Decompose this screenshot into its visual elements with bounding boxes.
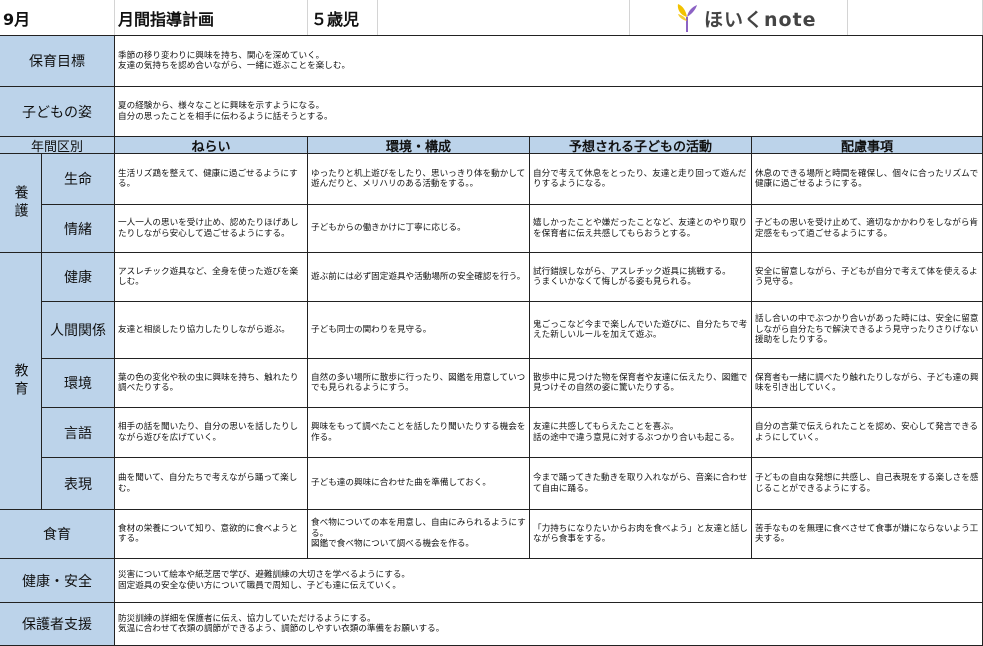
row-label-jocho-text: 情緒 xyxy=(64,221,92,238)
ningen-nerai: 友達と相談したり協力したりしながら遊ぶ。 xyxy=(115,302,308,359)
kankyo-yoso: 散歩中に見つけた物を保育者や友達に伝えたり、図鑑で見つけその自然の姿に驚いたりす… xyxy=(530,359,752,408)
row-label-shokuiku: 食育 xyxy=(0,510,115,559)
seimei-yoso: 自分で考えて休息をとったり、友達と走り回って遊んだりするようになる。 xyxy=(530,154,752,205)
doc-title: 月間指導計画 xyxy=(118,10,215,29)
kankyo-hairyo: 保育者も一緒に調べたり触れたりしながら、子ども達の興味を引き出していく。 xyxy=(752,359,983,408)
logo-text: ほいくnote xyxy=(704,8,817,31)
seimei-hairyo: 休息のできる場所と時間を確保し、個々に合ったリズムで健康に過ごせるようにする。 xyxy=(752,154,983,205)
row-label-gengo: 言語 xyxy=(42,408,115,458)
hoiku-goal-label-text: 保育目標 xyxy=(29,54,85,70)
monthly-plan-sheet: 9月 月間指導計画 ５歳児 ほいくnote 保育目標 季節の移り変わりに興味を持… xyxy=(0,0,983,646)
kankyo-nerai: 葉の色の変化や秋の虫に興味を持ち、触れたり調べたりする。 xyxy=(115,359,308,408)
ningen-yoso: 鬼ごっこなど今まで楽しんでいた遊びに、自分たちで考えた新しいルールを加えて遊ぶ。 xyxy=(530,302,752,359)
row-label-kankyo: 環境 xyxy=(42,359,115,408)
group-yogo-text: 養護 xyxy=(12,185,29,221)
group-kyoiku-text: 教育 xyxy=(12,363,29,399)
col-header-nerai-text: ねらい xyxy=(191,139,231,154)
row-label-ningen: 人間関係 xyxy=(42,302,115,359)
col-header-kankyo-text: 環境・構成 xyxy=(385,139,451,154)
col-header-yoso-text: 予想される子どもの活動 xyxy=(568,139,712,154)
hogosha-text: 防災訓練の詳細を保護者に伝え、協力していただけるようにする。 気温に合わせて衣類… xyxy=(115,603,983,646)
age-text: ５歳児 xyxy=(311,10,360,29)
jocho-hairyo: 子どもの思いを受け止めて、適切なかかわりをしながら肯定感をもって過ごせるようにす… xyxy=(752,205,983,253)
age-cell: ５歳児 xyxy=(308,0,378,36)
kenko-kankyo: 遊ぶ前には必ず固定遊具や活動場所の安全確認を行う。 xyxy=(308,253,530,302)
row-label-shokuiku-text: 食育 xyxy=(43,527,71,543)
col-header-nenkan-text: 年間区別 xyxy=(30,139,83,154)
seimei-kankyo: ゆったりと机上遊びをしたり、思いっきり体を動かして遊んだりと、メリハリのある活動… xyxy=(308,154,530,205)
shokuiku-kankyo: 食べ物についての本を用意し、自由にみられるようにする。 図鑑で食べ物について調べ… xyxy=(308,510,530,559)
hyogen-nerai: 曲を聞いて、自分たちで考えながら踊って楽しむ。 xyxy=(115,458,308,510)
kodomo-sugata-text: 夏の経験から、様々なことに興味を示すようになる。 自分の思ったことを相手に伝わる… xyxy=(115,87,983,137)
gengo-yoso: 友達に共感してもらえたことを喜ぶ。 話の途中で違う意見に対するぶつかり合いも起こ… xyxy=(530,408,752,458)
row-label-ningen-text: 人間関係 xyxy=(50,323,106,339)
gengo-nerai: 相手の話を聞いたり、自分の思いを話したりしながら遊びを広げていく。 xyxy=(115,408,308,458)
ningen-hairyo: 話し合いの中でぶつかり合いがあった時には、安全に留意しながら自分たちで解決できる… xyxy=(752,302,983,359)
doc-title-cell: 月間指導計画 xyxy=(115,0,308,36)
shokuiku-hairyo: 苦手なものを無理に食べさせて食事が嫌にならないよう工夫する。 xyxy=(752,510,983,559)
row-label-jocho: 情緒 xyxy=(42,205,115,253)
kenko-yoso: 試行錯誤しながら、アスレチック遊具に挑戦する。 うまくいかなくて悔しがる姿も見ら… xyxy=(530,253,752,302)
hyogen-hairyo: 子どもの自由な発想に共感し、自己表現をする楽しさを感じることができるようにする。 xyxy=(752,458,983,510)
row-label-hyogen-text: 表現 xyxy=(64,476,92,493)
ningen-kankyo: 子ども同士の関わりを見守る。 xyxy=(308,302,530,359)
row-label-kenko-text: 健康 xyxy=(64,270,92,286)
anzen-text: 災害について絵本や紙芝居で学び、避難訓練の大切さを学べるようにする。 固定遊具の… xyxy=(115,559,983,603)
logo-cell: ほいくnote xyxy=(630,0,848,36)
month-cell: 9月 xyxy=(0,0,115,36)
hoiku-goal-text: 季節の移り変わりに興味を持ち、関心を深めていく。 友達の気持ちを認め合いながら、… xyxy=(115,36,983,87)
seimei-nerai: 生活リズ鵡を整えて、健康に過ごせるようにする。 xyxy=(115,154,308,205)
group-yogo: 養護 xyxy=(0,154,42,253)
jocho-yoso: 嬉しかったことや嫌だったことなど、友達とのやり取りを保育者に伝え共感してもらおう… xyxy=(530,205,752,253)
hoiku-goal-label: 保育目標 xyxy=(0,36,115,87)
kenko-hairyo: 安全に留意しながら、子どもが自分で考えて体を使えるよう見守る。 xyxy=(752,253,983,302)
col-header-hairyo-text: 配慮事項 xyxy=(840,139,893,154)
sprout-logo-icon xyxy=(677,4,697,32)
col-header-kankyo: 環境・構成 xyxy=(308,137,530,154)
header-end-cell xyxy=(848,0,983,36)
col-header-nerai: ねらい xyxy=(115,137,308,154)
row-label-kenko: 健康 xyxy=(42,253,115,302)
shokuiku-nerai: 食材の栄養について知り、意欲的に食べようとする。 xyxy=(115,510,308,559)
jocho-nerai: 一人一人の思いを受け止め、認めたりほげあしたりしながら安心して過ごせるようにする… xyxy=(115,205,308,253)
group-kyoiku: 教育 xyxy=(0,253,42,510)
gengo-hairyo: 自分の言葉で伝えられたことを認め、安心して発言できるようにしていく。 xyxy=(752,408,983,458)
anzen-label-text: 健康・安全 xyxy=(22,573,92,590)
hogosha-label-text: 保護者支援 xyxy=(22,617,92,633)
row-label-hyogen: 表現 xyxy=(42,458,115,510)
kankyo-kankyo: 自然の多い場所に散歩に行ったり、図鑑を用意していつでも見られるようにすう。 xyxy=(308,359,530,408)
gengo-kankyo: 興味をもって調べたことを話したり聞いたりする機会を作る。 xyxy=(308,408,530,458)
row-label-kankyo-text: 環境 xyxy=(64,376,92,392)
shokuiku-yoso: 「力持ちになりたいからお肉を食べよう」と友達と話しながら食事をする。 xyxy=(530,510,752,559)
kenko-nerai: アスレチック遊具など、全身を使った遊びを楽しむ。 xyxy=(115,253,308,302)
anzen-label: 健康・安全 xyxy=(0,559,115,603)
hogosha-label: 保護者支援 xyxy=(0,603,115,646)
kodomo-sugata-label-text: 子どもの姿 xyxy=(22,104,92,121)
hyogen-kankyo: 子ども達の興味に合わせた曲を準備しておく。 xyxy=(308,458,530,510)
row-label-seimei-text: 生命 xyxy=(64,172,92,188)
col-header-yoso: 予想される子どもの活動 xyxy=(530,137,752,154)
kodomo-sugata-label: 子どもの姿 xyxy=(0,87,115,137)
month-text: 9月 xyxy=(3,10,31,29)
header-blank-cell xyxy=(378,0,630,36)
row-label-gengo-text: 言語 xyxy=(64,425,92,442)
jocho-kankyo: 子どもからの働きかけに丁寧に応じる。 xyxy=(308,205,530,253)
hyogen-yoso: 今まで踊ってきた動きを取り入れながら、音楽に合わせて自由に踊る。 xyxy=(530,458,752,510)
col-header-nenkan: 年間区別 xyxy=(0,137,115,154)
row-label-seimei: 生命 xyxy=(42,154,115,205)
col-header-hairyo: 配慮事項 xyxy=(752,137,983,154)
